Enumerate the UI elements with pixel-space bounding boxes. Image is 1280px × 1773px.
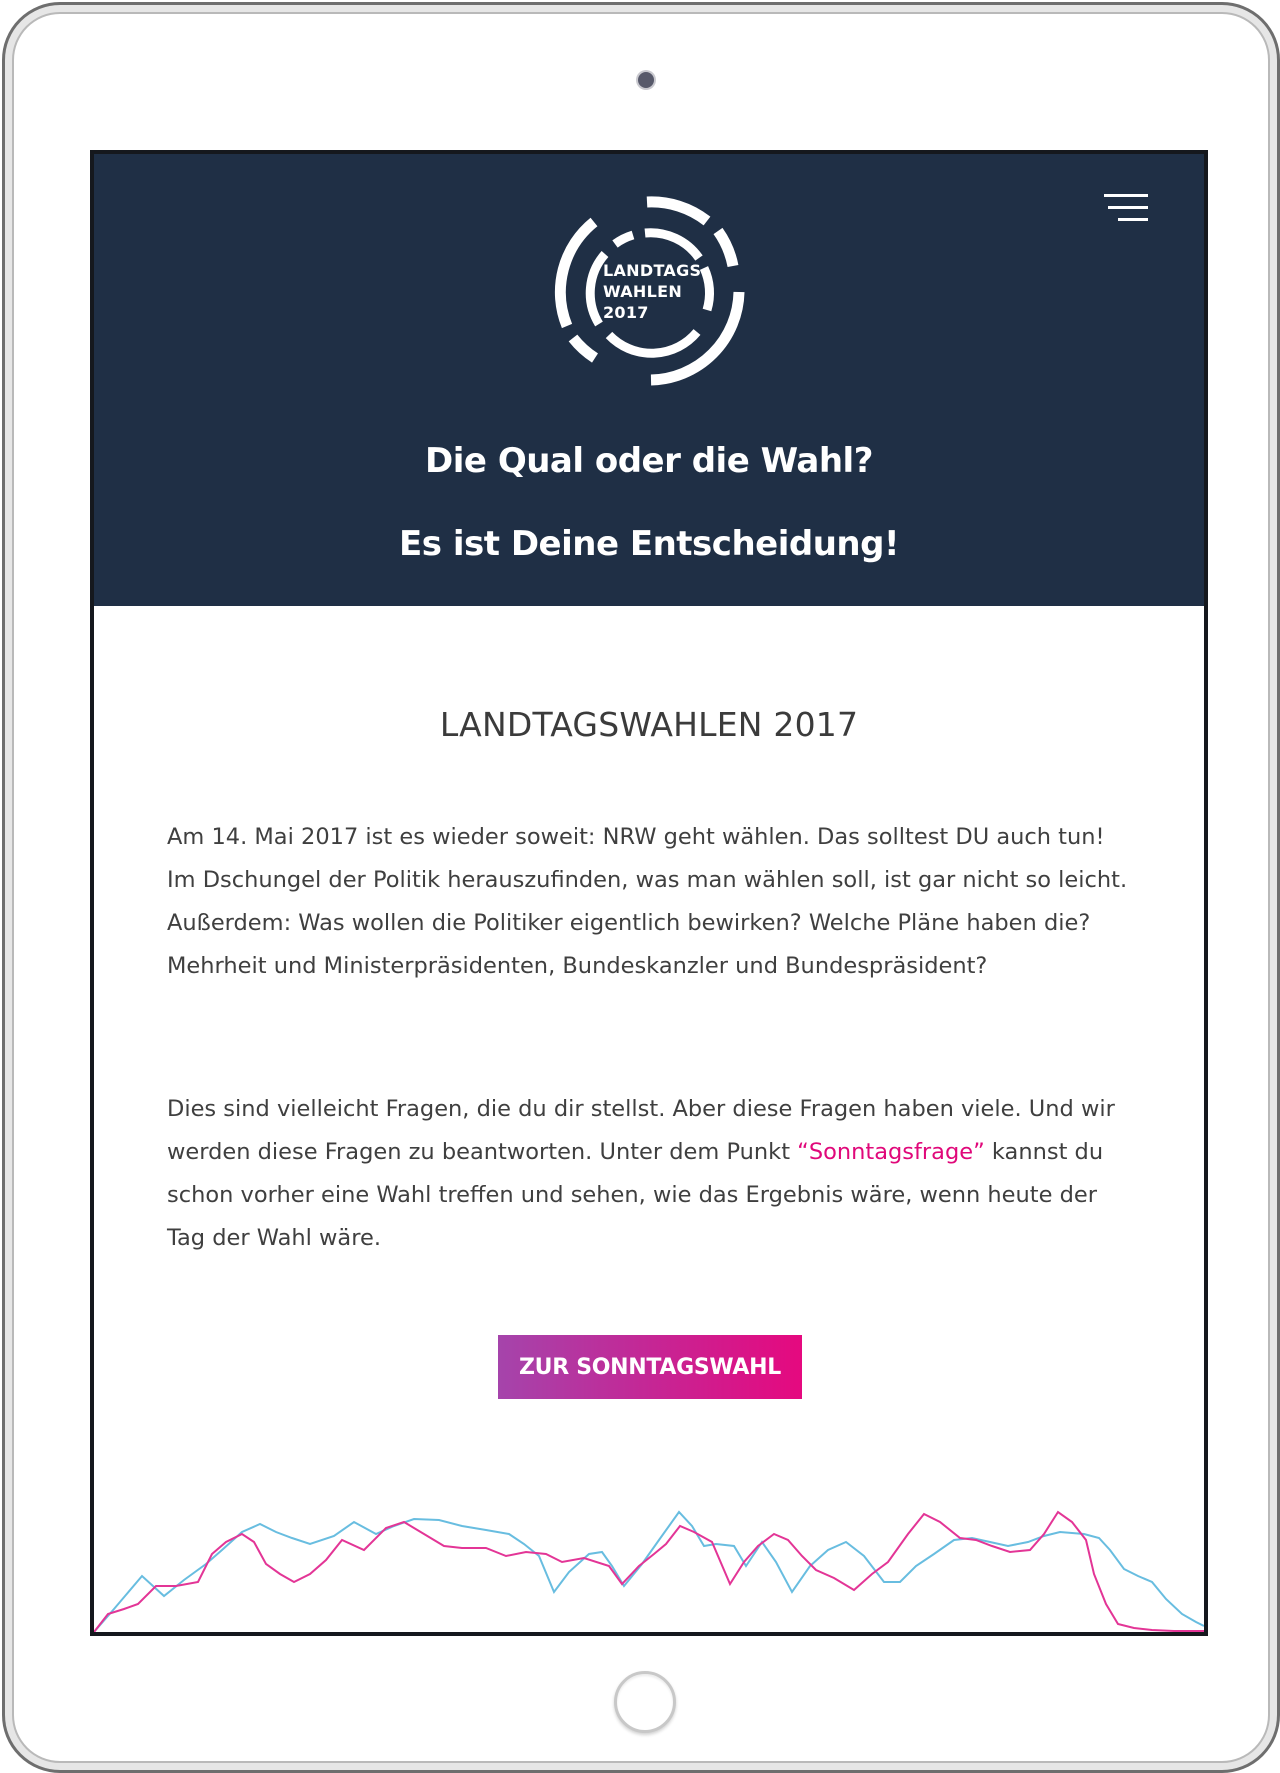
sonntagsfrage-paragraph: Dies sind vielleicht Fragen, die du dir … [167,1088,1137,1260]
blue-trend-line [94,1510,1204,1632]
tablet-frame: LANDTAGS WAHLEN 2017 Die Qual oder die W… [2,2,1280,1773]
hero-headline-2: Es ist Deine Entscheidung! [399,524,899,564]
menu-bar [1104,194,1148,197]
logo-line: LANDTAGS [603,261,702,280]
logo-line: 2017 [603,303,649,322]
hero-header: LANDTAGS WAHLEN 2017 Die Qual oder die W… [94,154,1204,606]
logo-text: LANDTAGS WAHLEN 2017 [603,260,701,323]
hero-headline-1: Die Qual oder die Wahl? [425,441,873,481]
menu-bar [1118,218,1148,221]
logo-line: WAHLEN [603,282,683,301]
site-logo[interactable]: LANDTAGS WAHLEN 2017 [547,188,755,396]
menu-bar [1108,206,1148,209]
front-camera [638,72,654,88]
screen: LANDTAGS WAHLEN 2017 Die Qual oder die W… [90,150,1208,1636]
intro-paragraph: Am 14. Mai 2017 ist es wieder soweit: NR… [167,824,1128,979]
section-title: LANDTAGSWAHLEN 2017 [439,705,859,744]
home-button[interactable] [614,1671,676,1733]
decorative-trend-lines [94,1510,1204,1632]
sonntagsfrage-link[interactable]: “Sonntagsfrage” [797,1139,985,1165]
pink-trend-line [94,1510,1204,1632]
hamburger-menu-button[interactable] [1104,194,1148,222]
sonntagswahl-button[interactable]: ZUR SONNTAGSWAHL [498,1335,802,1399]
